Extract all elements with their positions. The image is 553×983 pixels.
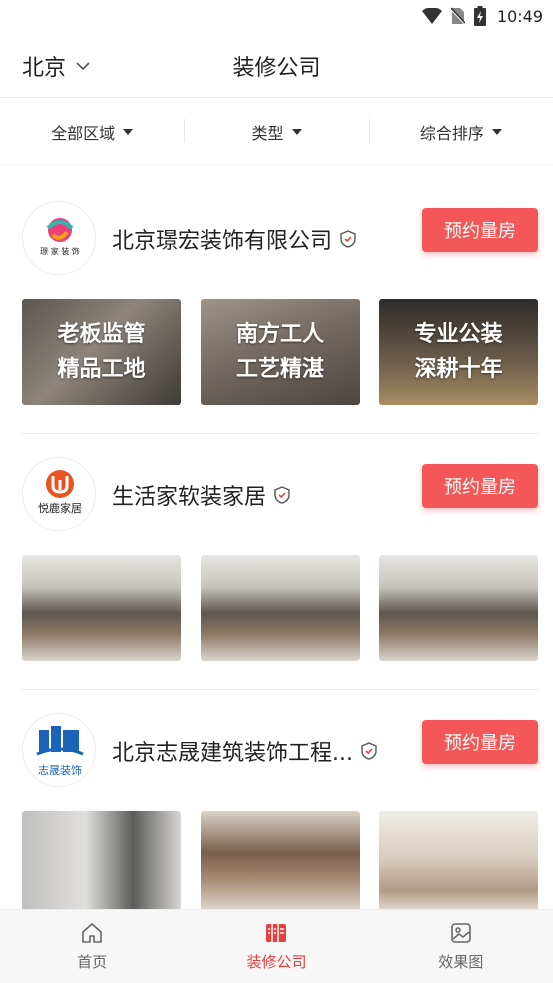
thumbnail-caption: 南方工人 工艺精湛	[235, 322, 324, 382]
wifi-icon	[421, 8, 442, 24]
logo-graphic: 璟 家 装 饰	[40, 218, 80, 256]
company-name-text: 北京璟宏装饰有限公司	[112, 229, 333, 254]
filter-area[interactable]: 全部区域	[0, 99, 184, 164]
logo-text: 悦鹿家居	[38, 501, 82, 515]
company-card[interactable]: 悦鹿家居 生活家软装家居 预约量房	[22, 457, 538, 667]
case-thumbnail[interactable]	[379, 555, 538, 661]
logo-graphic: 志晟装饰	[36, 726, 84, 777]
tab-home[interactable]: 首页	[0, 910, 184, 983]
filter-type[interactable]: 类型	[184, 99, 368, 164]
company-name: 北京志晟建筑装饰工程...	[112, 735, 377, 767]
bottom-tab-bar: 首页 装修公司 效果图	[0, 909, 553, 983]
company-logo: 悦鹿家居	[22, 457, 96, 531]
filter-sort-label: 综合排序	[419, 123, 484, 143]
book-measure-button[interactable]: 预约量房	[422, 720, 538, 764]
verified-shield-icon	[274, 486, 290, 504]
status-time: 10:49	[496, 6, 543, 26]
case-thumbnail[interactable]	[200, 811, 360, 917]
company-thumbs	[22, 811, 538, 919]
divider	[22, 433, 538, 434]
company-card[interactable]: 璟 家 装 饰 北京璟宏装饰有限公司 预约量房 老板监管 精品工地 南方工人 工…	[22, 201, 538, 411]
case-thumbnail[interactable]: 专业公装 深耕十年	[379, 299, 538, 405]
filter-type-label: 类型	[251, 123, 284, 143]
caret-down-icon	[491, 128, 502, 135]
caret-down-icon	[123, 128, 134, 135]
logo-text: 璟 家 装 饰	[40, 246, 80, 256]
case-thumbnail[interactable]: 老板监管 精品工地	[22, 299, 181, 405]
tab-company-label: 装修公司	[246, 953, 307, 971]
status-icons: 10:49	[421, 4, 543, 28]
book-measure-button[interactable]: 预约量房	[422, 464, 538, 508]
verified-shield-icon	[340, 230, 356, 248]
verified-shield-icon	[361, 742, 377, 760]
company-icon	[266, 924, 287, 942]
filter-sort[interactable]: 综合排序	[368, 99, 553, 164]
book-measure-button[interactable]: 预约量房	[422, 208, 538, 252]
company-logo: 璟 家 装 饰	[22, 201, 96, 275]
case-thumbnail[interactable]	[200, 555, 360, 661]
gallery-icon	[451, 923, 471, 943]
company-name: 北京璟宏装饰有限公司	[112, 223, 356, 255]
logo-graphic: 悦鹿家居	[38, 470, 82, 515]
company-name-text: 北京志晟建筑装饰工程...	[112, 741, 353, 766]
divider	[22, 689, 538, 690]
company-name: 生活家软装家居	[112, 479, 290, 511]
thumbnail-caption: 老板监管 精品工地	[57, 322, 146, 382]
tab-home-label: 首页	[77, 953, 108, 971]
thumbnail-caption: 专业公装 深耕十年	[414, 322, 503, 382]
filter-area-label: 全部区域	[51, 123, 116, 143]
company-name-text: 生活家软装家居	[112, 485, 267, 510]
company-logo: 志晟装饰	[22, 713, 96, 787]
company-thumbs: 老板监管 精品工地 南方工人 工艺精湛 专业公装 深耕十年	[22, 299, 538, 407]
case-thumbnail[interactable]	[379, 811, 538, 917]
company-thumbs	[22, 555, 538, 663]
filter-bar: 全部区域 类型 综合排序	[0, 99, 553, 165]
page-title: 装修公司	[232, 56, 321, 81]
no-sim-icon	[450, 7, 465, 25]
case-thumbnail[interactable]	[22, 555, 181, 661]
status-bar: 10:49	[0, 0, 553, 32]
tab-gallery-label: 效果图	[438, 953, 484, 971]
tab-company[interactable]: 装修公司	[184, 910, 368, 983]
header: 北京 装修公司	[0, 32, 553, 98]
caret-down-icon	[291, 128, 302, 135]
case-thumbnail[interactable]	[22, 811, 181, 917]
tab-gallery[interactable]: 效果图	[369, 910, 553, 983]
battery-charging-icon	[473, 6, 486, 26]
logo-text: 志晟装饰	[38, 763, 82, 777]
home-icon	[82, 923, 102, 943]
case-thumbnail[interactable]: 南方工人 工艺精湛	[200, 299, 360, 405]
company-card[interactable]: 志晟装饰 北京志晟建筑装饰工程... 预约量房	[22, 713, 538, 917]
